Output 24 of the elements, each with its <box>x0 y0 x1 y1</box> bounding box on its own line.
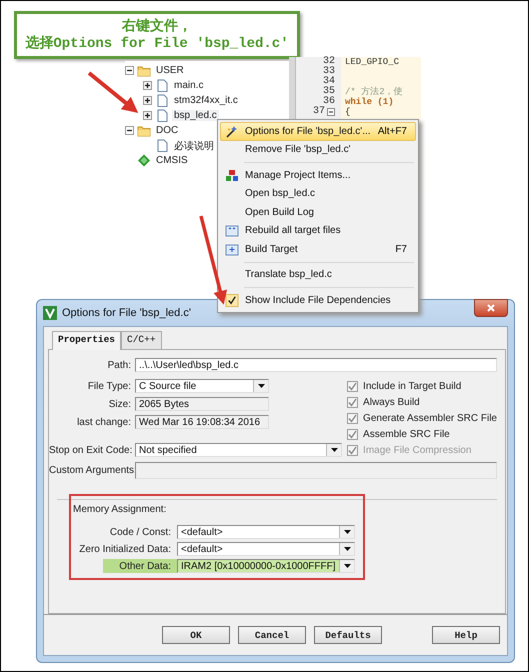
callout-text: 右键文件， <box>122 18 192 34</box>
code-line: while (1) <box>345 97 394 107</box>
field-label: Other Data: <box>118 560 171 572</box>
window-title: Options for File 'bsp_led.c' <box>62 307 192 319</box>
field-label: last change: <box>76 416 131 428</box>
field-label: Path: <box>106 360 131 370</box>
field-label: Code / Const: <box>108 526 171 538</box>
line-number: 32 <box>322 57 335 67</box>
group-label: Memory Assignment: <box>73 504 168 515</box>
line-number: 36 <box>322 97 335 107</box>
line-number: 35 <box>322 87 335 97</box>
field-label: Size: <box>108 398 131 410</box>
line-number: 34 <box>322 77 335 87</box>
code-line: LED_GPIO_C <box>345 57 400 67</box>
readonly-field: 2065 Bytes <box>135 397 269 411</box>
code-line: /* 方法2，使 <box>345 87 403 97</box>
field-label: Zero Initialized Data: <box>78 544 171 554</box>
code-line: { <box>345 107 350 117</box>
line-number: 33 <box>322 67 335 77</box>
field-label: File Type: <box>86 380 131 392</box>
callout-text: 选择Options for File 'bsp_led.c' <box>25 36 289 52</box>
field-label: Stop on Exit Code: <box>49 444 131 456</box>
readonly-field: Wed Mar 16 19:08:34 2016 <box>135 415 269 429</box>
line-number: 37 <box>312 107 325 117</box>
